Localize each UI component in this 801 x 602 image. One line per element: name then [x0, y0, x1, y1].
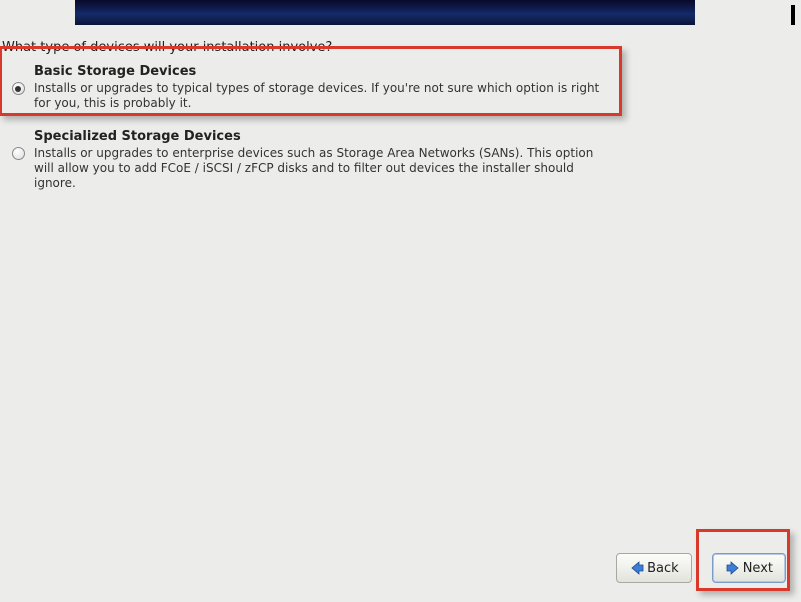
next-button-label: Next — [743, 561, 773, 576]
right-edge-mark — [791, 5, 795, 25]
option-basic-desc: Installs or upgrades to typical types of… — [34, 81, 615, 111]
arrow-right-icon — [725, 560, 741, 576]
storage-options-group: Basic Storage Devices Installs or upgrad… — [0, 60, 625, 195]
footer-buttons: Back Next — [616, 553, 786, 583]
option-specialized-title: Specialized Storage Devices — [34, 129, 615, 144]
option-basic-storage[interactable]: Basic Storage Devices Installs or upgrad… — [0, 60, 625, 115]
radio-specialized-storage[interactable] — [12, 147, 25, 160]
back-button[interactable]: Back — [616, 553, 692, 583]
question-label: What type of devices will your installat… — [2, 40, 332, 55]
option-specialized-storage[interactable]: Specialized Storage Devices Installs or … — [0, 125, 625, 195]
radio-cell — [6, 64, 30, 95]
option-basic-text: Basic Storage Devices Installs or upgrad… — [30, 64, 619, 111]
arrow-left-icon — [629, 560, 645, 576]
radio-cell — [6, 129, 30, 160]
back-button-label: Back — [647, 561, 679, 576]
option-specialized-text: Specialized Storage Devices Installs or … — [30, 129, 619, 191]
radio-basic-storage[interactable] — [12, 82, 25, 95]
next-button[interactable]: Next — [712, 553, 786, 583]
banner-header — [75, 0, 695, 25]
option-basic-title: Basic Storage Devices — [34, 64, 615, 79]
option-specialized-desc: Installs or upgrades to enterprise devic… — [34, 146, 615, 191]
